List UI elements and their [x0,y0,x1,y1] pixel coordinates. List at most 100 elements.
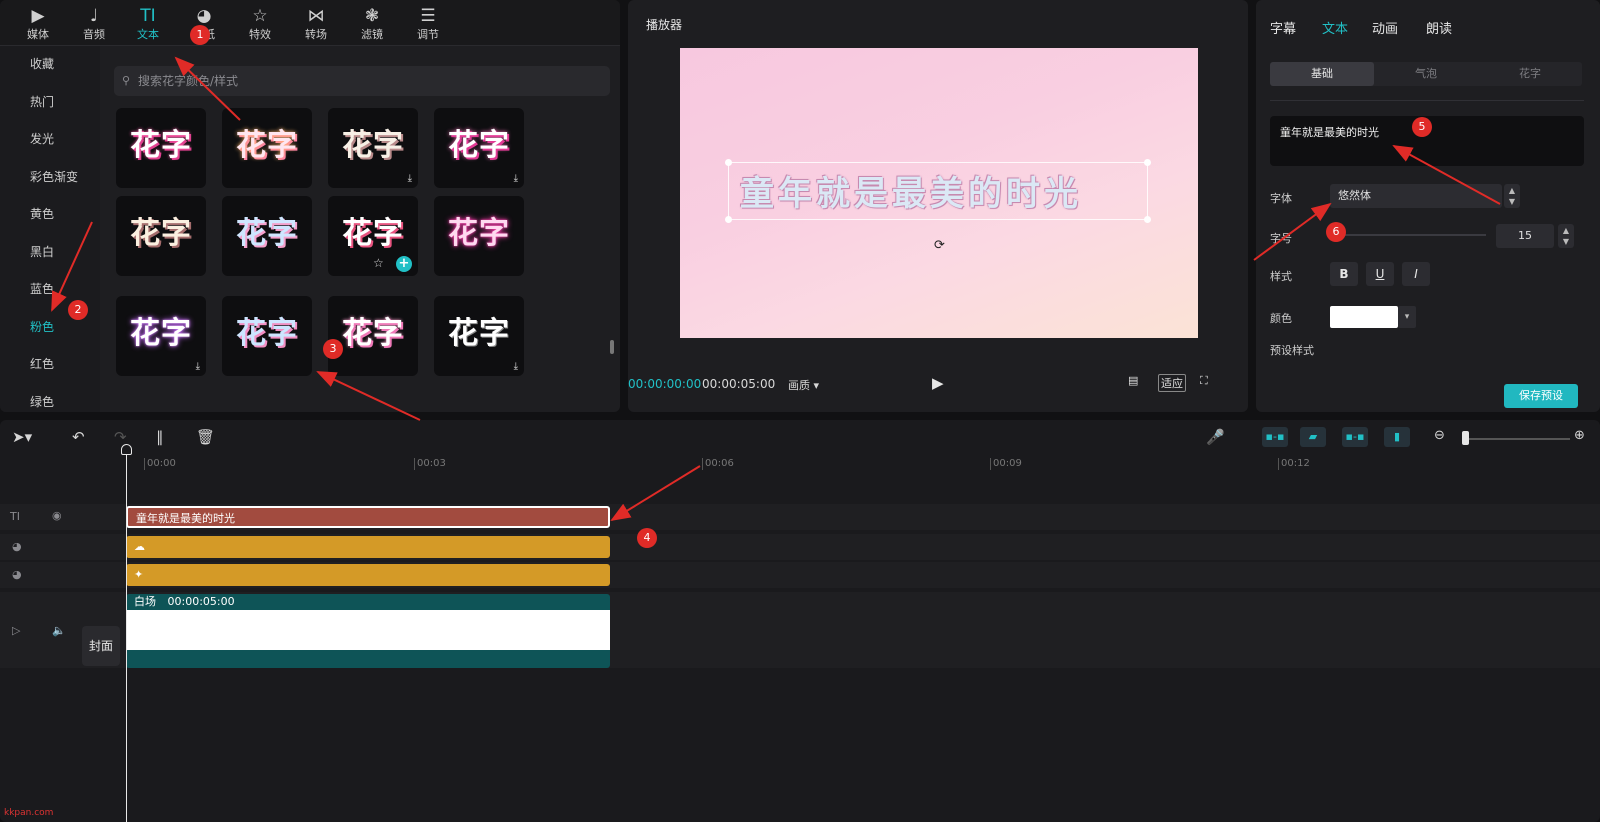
category-gradient[interactable]: 彩色渐变 [0,159,100,197]
time-ruler[interactable]: 00:00 00:03 00:06 00:09 00:12 [0,454,1600,470]
category-glow[interactable]: 发光 [0,121,100,159]
preset-tile[interactable]: 花字 ☆ + [328,196,418,276]
preset-tile[interactable]: 花字 [434,196,524,276]
playhead[interactable] [126,448,127,822]
download-icon[interactable]: ⤓ [514,361,518,372]
save-preset-button[interactable]: 保存预设 [1504,384,1578,408]
preset-text: 花字 [342,216,404,251]
rotate-icon[interactable]: ⟳ [934,238,945,253]
favorite-icon[interactable]: ☆ [373,256,384,270]
preset-tile[interactable]: 花字 ⤓ [328,108,418,188]
playhead-handle[interactable] [121,444,132,455]
category-hot[interactable]: 热门 [0,84,100,122]
zoom-out-icon[interactable]: ⊖ [1434,428,1445,443]
tab-text[interactable]: TI 文本 [122,6,174,44]
microphone-icon[interactable]: 🎤 [1206,428,1225,446]
font-stepper[interactable]: ▲ ▼ [1504,184,1520,208]
download-icon[interactable]: ⤓ [196,361,200,372]
preset-tile[interactable]: 花字 [328,296,418,376]
speaker-icon[interactable]: 🔈 [52,624,66,637]
add-icon[interactable]: + [396,256,412,272]
subtab-fancy-text[interactable]: 花字 [1478,62,1582,86]
resize-handle[interactable] [725,216,732,223]
preset-tile[interactable]: 花字 ⤓ [116,296,206,376]
scrollbar-thumb[interactable] [610,340,614,354]
subtab-basic[interactable]: 基础 [1270,62,1374,86]
quality-dropdown[interactable]: 画质 ▾ [788,377,819,393]
download-icon[interactable]: ⤓ [408,173,412,184]
underline-button[interactable]: U [1366,262,1394,286]
resize-handle[interactable] [1144,216,1151,223]
subtab-bubble[interactable]: 气泡 [1374,62,1478,86]
zoom-slider[interactable] [1466,438,1570,440]
tab-text-label: 文本 [137,28,159,41]
zoom-in-icon[interactable]: ⊕ [1574,428,1585,443]
waveform-icon[interactable]: ▤ [1128,374,1138,387]
size-stepper[interactable]: ▲ ▼ [1558,224,1574,248]
preview-axis-icon[interactable]: ▪-▪ [1342,427,1368,447]
tab-media[interactable]: ▶ 媒体 [12,6,64,44]
timeline-panel: ➤▾ ↶ ↷ ∥ 🗑 🎤 ▪-▪ ▰ ▪-▪ ▮ ⊖ ⊕ 00:00 00:03… [0,420,1600,822]
cover-button[interactable]: 封面 [82,626,120,666]
link-icon[interactable]: ▰ [1300,427,1326,447]
select-tool-icon[interactable]: ➤▾ [12,428,32,446]
preview-canvas[interactable]: 童年就是最美的时光 ⟳ [680,48,1198,338]
color-dropdown[interactable]: ▾ [1398,306,1416,328]
text-selection-box[interactable] [725,159,1151,223]
tab-read-aloud[interactable]: 朗读 [1426,18,1452,37]
tab-audio[interactable]: ♩ 音频 [68,6,120,44]
category-black-white[interactable]: 黑白 [0,234,100,272]
category-toolbar: ▶ 媒体 ♩ 音频 TI 文本 ◕ 贴纸 ☆ 特效 ⋈ 转场 [0,0,620,46]
zoom-slider-handle[interactable] [1462,431,1469,445]
tab-subtitle[interactable]: 字幕 [1270,18,1296,37]
italic-button[interactable]: I [1402,262,1430,286]
sticker-clip[interactable]: ✦ [126,564,610,586]
download-icon[interactable]: ⤓ [514,173,518,184]
resize-handle[interactable] [725,159,732,166]
category-red[interactable]: 红色 [0,346,100,384]
effects-icon: ☆ [252,6,268,26]
preset-tile[interactable]: 花字 ⤓ [434,108,524,188]
play-button[interactable]: ▶ [932,374,944,392]
tab-transition[interactable]: ⋈ 转场 [290,6,342,44]
font-select[interactable]: 悠然体 [1330,184,1502,208]
eye-icon[interactable]: ◉ [52,509,62,522]
tab-adjust[interactable]: ☰ 调节 [402,6,454,44]
align-icon[interactable]: ▮ [1384,427,1410,447]
tab-animation[interactable]: 动画 [1372,18,1398,37]
fullscreen-icon[interactable]: ⛶ [1200,374,1208,388]
preset-tile[interactable]: 花字 [116,108,206,188]
tab-adjust-label: 调节 [417,28,439,41]
bold-button[interactable]: B [1330,262,1358,286]
sticker-clip[interactable]: ☁ [126,536,610,558]
preset-tile[interactable]: 花字 [222,196,312,276]
ruler-tick: 00:03 [414,458,446,470]
tab-text-props[interactable]: 文本 [1322,18,1348,37]
search-input[interactable]: ⚲ 搜索花字颜色/样式 [114,66,610,96]
delete-icon[interactable]: 🗑 [196,428,215,446]
player-panel: 播放器 童年就是最美的时光 ⟳ 00:00:00:00 00:00:05:00 … [628,0,1248,412]
preset-tile[interactable]: 花字 [222,296,312,376]
snap-icon[interactable]: ▪-▪ [1262,427,1288,447]
color-swatch[interactable] [1330,306,1398,328]
preset-tile[interactable]: 花字 ⤓ [434,296,524,376]
annotation-badge-2: 2 [68,300,88,320]
resize-handle[interactable] [1144,159,1151,166]
ruler-tick: 00:00 [144,458,176,470]
preset-tile[interactable]: 花字 [116,196,206,276]
size-input[interactable]: 15 [1496,224,1554,248]
transition-icon: ⋈ [307,6,325,26]
category-favorites[interactable]: 收藏 [0,46,100,84]
category-green[interactable]: 绿色 [0,384,100,413]
size-slider[interactable] [1330,234,1486,236]
preset-tile[interactable]: 花字 [222,108,312,188]
undo-icon[interactable]: ↶ [72,428,85,446]
tab-filter[interactable]: ❃ 滤镜 [346,6,398,44]
split-icon[interactable]: ∥ [156,428,164,446]
text-clip[interactable]: 童年就是最美的时光 [126,506,610,528]
main-video-clip[interactable]: 白场 00:00:05:00 [126,594,610,668]
category-yellow[interactable]: 黄色 [0,196,100,234]
fit-button[interactable]: 适应 [1158,374,1186,392]
ruler-tick: 00:12 [1278,458,1310,470]
tab-effects[interactable]: ☆ 特效 [234,6,286,44]
